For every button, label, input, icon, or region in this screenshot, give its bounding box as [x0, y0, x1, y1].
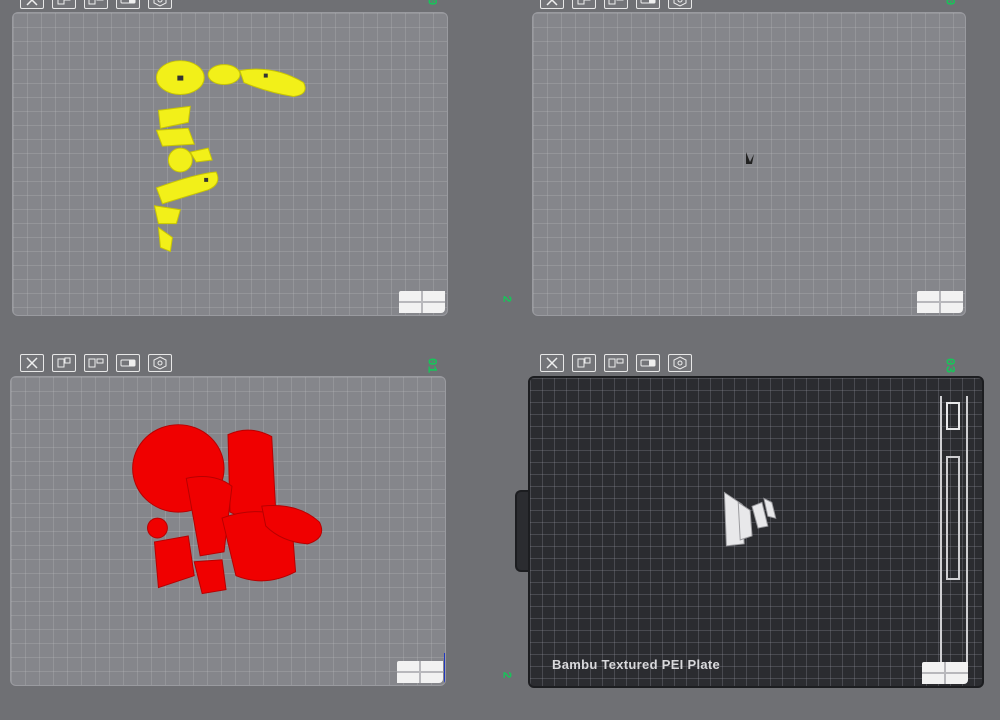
settings-icon[interactable] — [668, 0, 692, 9]
plate-2-number: 0 — [942, 0, 958, 6]
settings-icon[interactable] — [148, 354, 172, 372]
settings-icon[interactable] — [148, 0, 172, 9]
arrange-icon[interactable] — [52, 354, 76, 372]
plate-type-label: Bambu Textured PEI Plate — [552, 657, 721, 672]
plate-3-number: 01 — [424, 357, 440, 374]
plate-3-bed[interactable] — [10, 376, 446, 686]
delete-icon[interactable] — [540, 0, 564, 9]
plate-1-toolbar — [20, 0, 172, 11]
plate-4-bed[interactable]: Bambu Textured PEI Plate — [528, 376, 984, 688]
delete-icon[interactable] — [20, 0, 44, 9]
plate-1-logo — [399, 291, 445, 313]
axis-gizmo-icon — [444, 653, 445, 685]
slice-icon[interactable] — [116, 354, 140, 372]
plate-2-objects[interactable] — [533, 13, 965, 315]
plate-4-rail — [940, 396, 968, 666]
settings-icon[interactable] — [668, 354, 692, 372]
plate-1-bed[interactable] — [12, 12, 448, 316]
plate-4-logo — [922, 662, 968, 684]
slice-icon[interactable] — [636, 354, 660, 372]
plate-2-logo — [917, 291, 963, 313]
plate-2-bed[interactable] — [532, 12, 966, 316]
arrange-icon[interactable] — [572, 0, 596, 9]
plate-4-number: 03 — [942, 357, 958, 374]
plate-1-objects[interactable] — [13, 13, 447, 315]
plate-3-objects[interactable] — [11, 377, 445, 685]
plate-4-objects[interactable] — [530, 378, 982, 686]
delete-icon[interactable] — [540, 354, 564, 372]
plate-2-side-number: 2 — [499, 295, 514, 303]
delete-icon[interactable] — [20, 354, 44, 372]
layout-icon[interactable] — [604, 354, 628, 372]
plate-2-toolbar — [540, 0, 692, 11]
layout-icon[interactable] — [604, 0, 628, 9]
plate-1-number: 0 — [424, 0, 440, 6]
plate-3-toolbar — [20, 354, 172, 374]
layout-icon[interactable] — [84, 354, 108, 372]
arrange-icon[interactable] — [572, 354, 596, 372]
layout-icon[interactable] — [84, 0, 108, 9]
slice-icon[interactable] — [116, 0, 140, 9]
plate-4-toolbar — [540, 354, 692, 374]
plate-4-side-number: 2 — [499, 671, 514, 679]
arrange-icon[interactable] — [52, 0, 76, 9]
slice-icon[interactable] — [636, 0, 660, 9]
